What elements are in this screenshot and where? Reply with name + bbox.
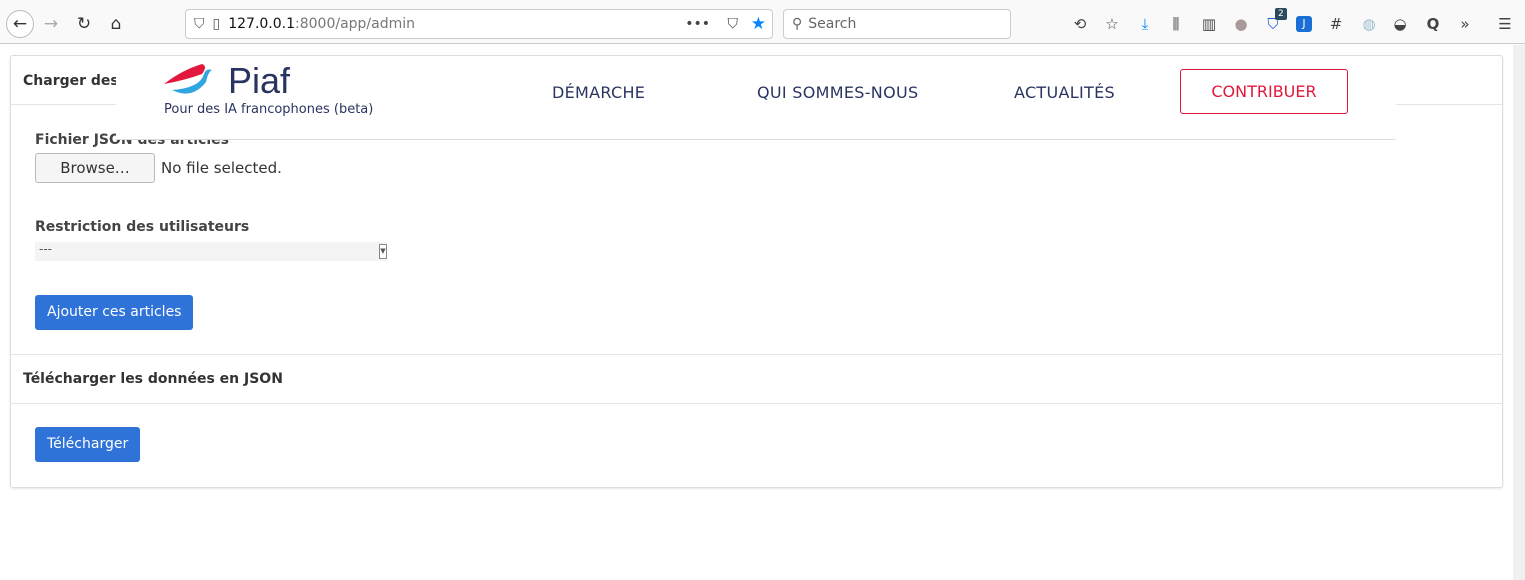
hat-icon[interactable]: ◒ xyxy=(1390,14,1410,34)
avatar-icon[interactable]: ● xyxy=(1231,14,1251,34)
url-host: 127.0.0.1 xyxy=(228,16,296,32)
sidebar-icon[interactable]: ▥ xyxy=(1199,14,1219,34)
no-file-text: No file selected. xyxy=(161,159,282,177)
home-icon[interactable]: ⌂ xyxy=(102,10,130,38)
page-icon: ▯ xyxy=(212,16,221,32)
overflow-chevron-icon[interactable]: » xyxy=(1455,14,1475,34)
search-input[interactable]: ⚲ Search xyxy=(783,9,1011,39)
tagline: Pour des IA francophones (beta) xyxy=(164,102,374,117)
shield-icon: ⛉ xyxy=(194,16,205,32)
drop-icon[interactable]: ◍ xyxy=(1359,14,1379,34)
add-articles-button[interactable]: Ajouter ces articles xyxy=(35,295,194,330)
download-icon[interactable]: ⤓ xyxy=(1135,14,1155,34)
restriction-select[interactable]: --- ▼ xyxy=(35,242,387,261)
extension-badge: 2 xyxy=(1275,8,1287,20)
dropdown-arrow-icon: ▼ xyxy=(379,244,387,259)
restriction-value: --- xyxy=(39,242,52,256)
more-icon[interactable]: ••• xyxy=(685,16,710,32)
pocket-icon[interactable]: ⛉ xyxy=(728,16,739,32)
history-icon[interactable]: ⟲ xyxy=(1070,14,1090,34)
site-header: Piaf Pour des IA francophones (beta) DÉM… xyxy=(116,56,1396,140)
search-icon: ⚲ xyxy=(792,16,803,32)
logo-text[interactable]: Piaf xyxy=(228,60,290,102)
bookmark-star-icon[interactable]: ★ xyxy=(751,14,766,34)
browser-toolbar: ← → ↻ ⌂ ⛉ ▯ 127.0.0.1:8000/app/admin •••… xyxy=(0,4,1525,44)
forward-icon[interactable]: → xyxy=(37,10,65,38)
url-path: :8000/app/admin xyxy=(295,16,416,32)
url-bar[interactable]: ⛉ ▯ 127.0.0.1:8000/app/admin ••• ⛉ ★ xyxy=(185,9,773,39)
search-placeholder: Search xyxy=(808,16,857,32)
download-section-title: Télécharger les données en JSON xyxy=(11,354,1502,404)
bitwarden-icon[interactable]: ⛉ 2 xyxy=(1263,8,1287,34)
piaf-bird-logo xyxy=(164,64,212,94)
back-icon[interactable]: ← xyxy=(6,10,34,38)
joplin-icon[interactable]: J xyxy=(1296,16,1312,32)
contribute-button[interactable]: CONTRIBUER xyxy=(1180,69,1348,114)
fence-icon[interactable]: # xyxy=(1326,14,1346,34)
browse-button[interactable]: Browse… xyxy=(35,153,155,183)
restriction-label: Restriction des utilisateurs xyxy=(35,219,250,235)
menu-icon[interactable]: ☰ xyxy=(1495,14,1515,34)
nav-qui-sommes-nous[interactable]: QUI SOMMES-NOUS xyxy=(757,83,918,102)
reload-icon[interactable]: ↻ xyxy=(70,10,98,38)
qn-icon[interactable]: Q xyxy=(1423,14,1443,34)
download-button[interactable]: Télécharger xyxy=(35,427,141,462)
library-icon[interactable]: ⫼ xyxy=(1166,14,1186,34)
nav-actualites[interactable]: ACTUALITÉS xyxy=(1014,83,1115,102)
scrollbar[interactable] xyxy=(1513,45,1525,580)
nav-demarche[interactable]: DÉMARCHE xyxy=(552,83,645,102)
bookmarks-star-icon[interactable]: ☆ xyxy=(1102,14,1122,34)
